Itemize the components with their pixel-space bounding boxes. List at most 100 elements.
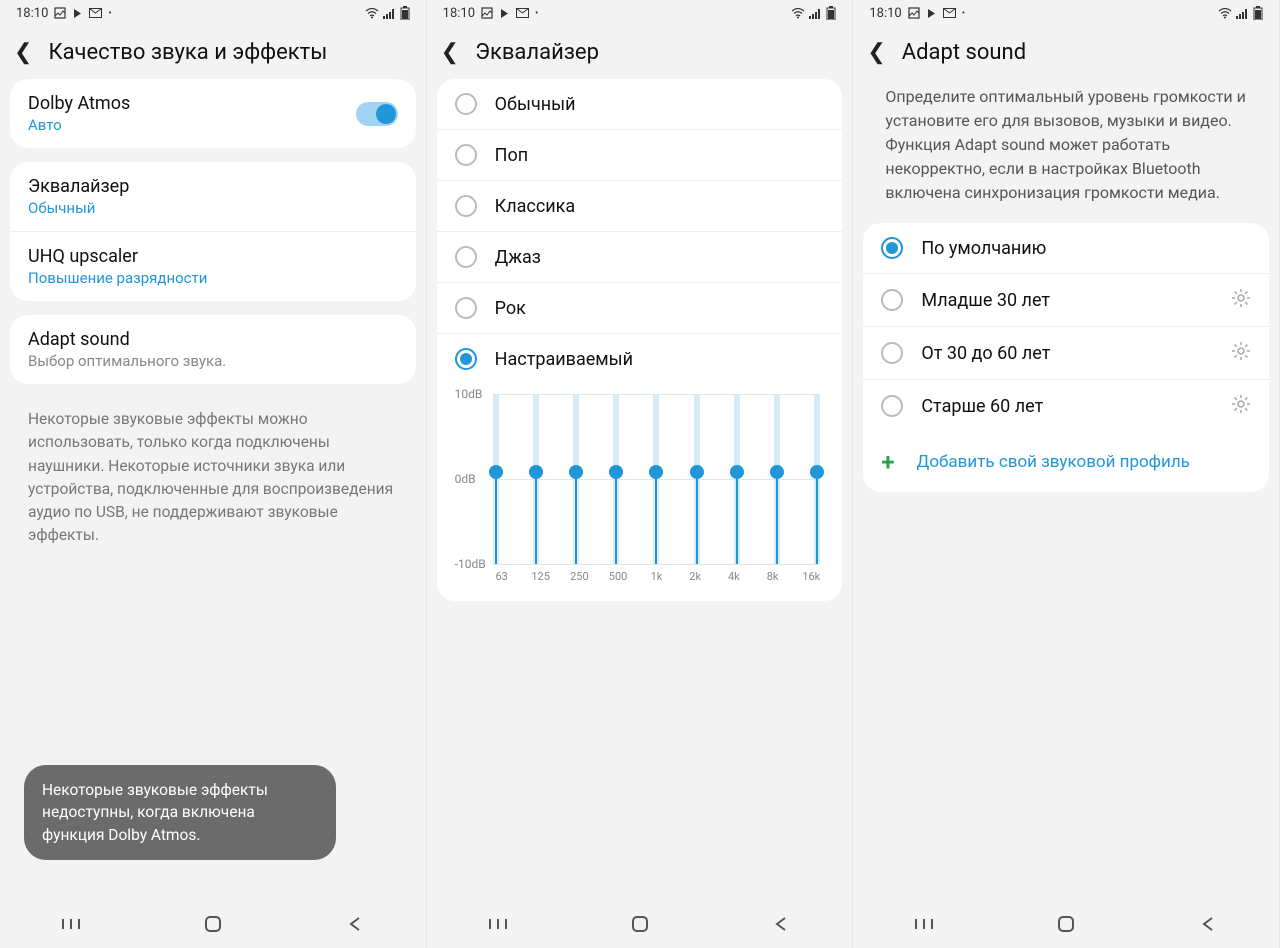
y-axis-label: 0dB [455,472,476,486]
description: Определите оптимальный уровень громкости… [863,79,1269,223]
radio-icon[interactable] [455,246,477,268]
gear-icon[interactable] [1231,288,1251,312]
dolby-toggle[interactable] [356,102,398,126]
radio-icon[interactable] [455,297,477,319]
wifi-icon [1218,8,1232,19]
nav-back-icon[interactable] [343,912,367,936]
eq-band-slider[interactable] [774,394,780,564]
row-add-profile[interactable]: + Добавить свой звуковой профиль [863,432,1269,492]
gear-icon[interactable] [1231,394,1251,418]
back-icon[interactable]: ❮ [14,40,32,65]
adapt-option-row[interactable]: По умолчанию [863,223,1269,274]
page-title: Качество звука и эффекты [48,40,327,65]
eq-band-slider[interactable] [613,394,619,564]
eq-preset-row[interactable]: Обычный [437,79,843,130]
eq-preset-row[interactable]: Классика [437,181,843,232]
x-axis-label: 2k [686,570,704,583]
signal-icon [1236,8,1249,19]
nav-home-icon[interactable] [1054,912,1078,936]
slider-knob-icon[interactable] [690,465,704,479]
x-axis-label: 16k [802,570,820,583]
battery-icon [1253,6,1263,20]
screenshot-icon [54,7,66,19]
slider-knob-icon[interactable] [609,465,623,479]
row-dolby[interactable]: Dolby Atmos Авто [10,79,416,148]
option-label: От 30 до 60 лет [921,343,1213,364]
wifi-icon [365,8,379,19]
adapt-option-row[interactable]: От 30 до 60 лет [863,327,1269,380]
eq-band-slider[interactable] [653,394,659,564]
signal-icon [383,8,396,19]
slider-knob-icon[interactable] [529,465,543,479]
eq-band-slider[interactable] [493,394,499,564]
eq-title: Эквалайзер [28,176,398,197]
nav-recents-icon[interactable] [486,912,510,936]
radio-icon[interactable] [455,195,477,217]
nav-home-icon[interactable] [628,912,652,936]
eq-preset-row[interactable]: Джаз [437,232,843,283]
nav-back-icon[interactable] [769,912,793,936]
gear-icon[interactable] [1231,341,1251,365]
eq-band-slider[interactable] [533,394,539,564]
nav-home-icon[interactable] [201,912,225,936]
eq-chart: 10dB0dB-10dB 631252505001k2k4k8k16k [437,384,843,601]
x-axis-label: 500 [609,570,627,583]
screen-adapt-sound: 18:10 • ❮ Adapt sound Определите оптимал… [853,0,1280,948]
page-title: Эквалайзер [475,40,599,65]
adapt-title: Adapt sound [28,329,398,350]
row-uhq[interactable]: UHQ upscaler Повышение разрядности [10,232,416,301]
x-axis-label: 1k [647,570,665,583]
radio-icon[interactable] [881,289,903,311]
adapt-option-row[interactable]: Младше 30 лет [863,274,1269,327]
slider-knob-icon[interactable] [569,465,583,479]
slider-knob-icon[interactable] [489,465,503,479]
header: ❮ Эквалайзер [427,26,853,79]
status-time: 18:10 [16,6,48,21]
toast: Некоторые звуковые эффекты недоступны, к… [24,765,336,860]
slider-knob-icon[interactable] [730,465,744,479]
nav-recents-icon[interactable] [912,912,936,936]
eq-band-slider[interactable] [573,394,579,564]
row-equalizer[interactable]: Эквалайзер Обычный [10,162,416,232]
slider-knob-icon[interactable] [649,465,663,479]
radio-icon[interactable] [455,144,477,166]
preset-label: Обычный [495,94,825,115]
adapt-option-row[interactable]: Старше 60 лет [863,380,1269,432]
back-icon[interactable]: ❮ [867,40,885,65]
radio-icon[interactable] [881,237,903,259]
battery-icon [826,6,836,20]
play-icon [72,8,83,19]
preset-label: Настраиваемый [495,349,825,370]
nav-recents-icon[interactable] [59,912,83,936]
eq-band-slider[interactable] [734,394,740,564]
radio-icon[interactable] [881,342,903,364]
screen-sound-quality: 18:10 • ❮ Качество звука и эффекты Dolby… [0,0,427,948]
statusbar: 18:10 • [853,0,1279,26]
x-axis-label: 8k [764,570,782,583]
row-adapt[interactable]: Adapt sound Выбор оптимального звука. [10,315,416,384]
uhq-sub: Повышение разрядности [28,269,398,287]
page-title: Adapt sound [902,40,1026,65]
screenshot-icon [908,7,920,19]
eq-sub: Обычный [28,199,398,217]
eq-preset-row[interactable]: Рок [437,283,843,334]
slider-knob-icon[interactable] [770,465,784,479]
radio-icon[interactable] [881,395,903,417]
slider-knob-icon[interactable] [810,465,824,479]
back-icon[interactable]: ❮ [441,40,459,65]
plus-icon: + [881,448,894,476]
nav-back-icon[interactable] [1196,912,1220,936]
radio-icon[interactable] [455,93,477,115]
dolby-sub: Авто [28,116,356,134]
adapt-sub: Выбор оптимального звука. [28,352,398,370]
screenshot-icon [481,7,493,19]
eq-preset-row[interactable]: Настраиваемый [437,334,843,384]
eq-band-slider[interactable] [814,394,820,564]
eq-preset-row[interactable]: Поп [437,130,843,181]
radio-icon[interactable] [455,348,477,370]
option-label: Старше 60 лет [921,396,1213,417]
y-axis-label: -10dB [455,557,486,571]
navbar [0,900,426,948]
dolby-title: Dolby Atmos [28,93,356,114]
eq-band-slider[interactable] [694,394,700,564]
